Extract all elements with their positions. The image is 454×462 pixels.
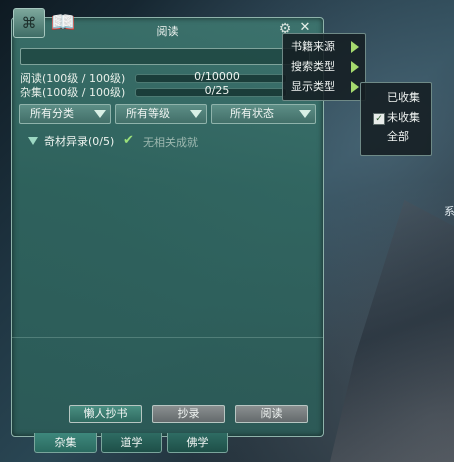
chevron-right-icon — [351, 81, 359, 93]
submenu-item-label: 未收集 — [387, 111, 420, 124]
level-filter[interactable]: 所有等级 — [115, 104, 207, 124]
tree-group-label: 奇材异录(0/5) — [44, 135, 115, 148]
chevron-right-icon — [351, 61, 359, 73]
tab-buddhism[interactable]: 佛学 — [167, 433, 228, 453]
display-type-submenu: 已收集 ✓ 未收集 全部 — [360, 82, 432, 156]
misc-level-label: 杂集(100级 / 100级) — [20, 86, 126, 99]
level-filter-label: 所有等级 — [126, 107, 170, 120]
status-filter[interactable]: 所有状态 — [211, 104, 316, 124]
achievement-note: 无相关成就 — [143, 136, 198, 149]
submenu-item-label: 已收集 — [387, 91, 420, 104]
tab-taoism[interactable]: 道学 — [101, 433, 162, 453]
divider — [12, 337, 323, 338]
options-menu: 书籍来源 搜索类型 显示类型 — [282, 33, 366, 101]
status-filter-label: 所有状态 — [230, 107, 274, 120]
edge-text: 系 — [444, 205, 454, 218]
category-filter[interactable]: 所有分类 — [19, 104, 111, 124]
read-button[interactable]: 阅读 — [235, 405, 308, 423]
tree-group-row[interactable]: 奇材异录(0/5) ✔ 无相关成就 — [28, 133, 238, 149]
submenu-item-uncollected[interactable]: ✓ 未收集 — [365, 110, 429, 126]
chevron-down-icon — [94, 110, 106, 118]
search-input[interactable] — [20, 48, 310, 65]
menu-item-label: 书籍来源 — [291, 40, 335, 53]
check-icon[interactable]: ✓ — [373, 113, 385, 125]
submenu-item-label: 全部 — [387, 130, 409, 143]
reading-progress-value: 0/10000 — [194, 70, 240, 83]
misc-progress-value: 0/25 — [204, 84, 230, 97]
menu-item-label: 搜索类型 — [291, 60, 335, 73]
book-icon[interactable]: 📖 — [48, 8, 78, 36]
submenu-item-collected[interactable]: 已收集 — [365, 90, 429, 106]
chevron-down-icon — [190, 110, 202, 118]
category-filter-label: 所有分类 — [30, 107, 74, 120]
tab-misc[interactable]: 杂集 — [34, 433, 97, 453]
command-icon[interactable]: ⌘ — [13, 8, 45, 38]
menu-item-book-source[interactable]: 书籍来源 — [291, 38, 365, 56]
menu-item-display-type[interactable]: 显示类型 — [291, 78, 365, 96]
expand-arrow-icon[interactable] — [28, 137, 38, 145]
reading-panel: 阅读 ⚙ ✕ 阅读(100级 / 100级) 0/10000 杂集(100级 /… — [11, 17, 324, 437]
lazy-copy-button[interactable]: 懒人抄书 — [69, 405, 142, 423]
transcribe-button[interactable]: 抄录 — [152, 405, 225, 423]
chevron-down-icon — [299, 110, 311, 118]
submenu-item-all[interactable]: 全部 — [365, 129, 429, 145]
menu-item-search-type[interactable]: 搜索类型 — [291, 58, 365, 76]
menu-item-label: 显示类型 — [291, 80, 335, 93]
achievement-icon: ✔ — [123, 133, 134, 148]
chevron-right-icon — [351, 41, 359, 53]
